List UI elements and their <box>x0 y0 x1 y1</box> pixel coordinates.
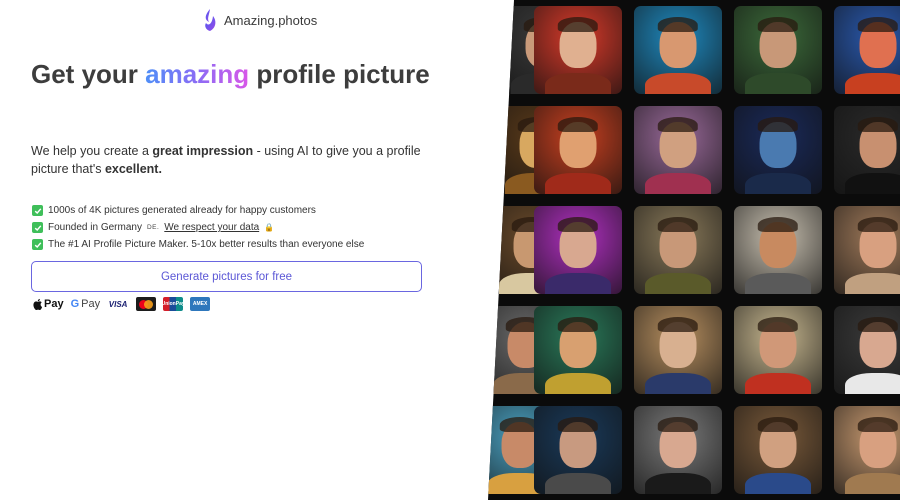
profile-picture-tile <box>534 106 622 194</box>
profile-picture-tile <box>634 6 722 94</box>
lock-icon: 🔒 <box>264 223 275 232</box>
google-pay-text: Pay <box>81 298 101 310</box>
feature-text: Founded in Germany <box>48 222 142 233</box>
generate-pictures-button[interactable]: Generate pictures for free <box>31 261 422 292</box>
profile-picture-tile <box>534 206 622 294</box>
profile-picture-tile <box>734 6 822 94</box>
profile-picture-tile <box>834 6 900 94</box>
feature-item: The #1 AI Profile Picture Maker. 5-10x b… <box>32 236 364 253</box>
profile-picture-tile <box>734 206 822 294</box>
lead-bold-2: excellent. <box>104 162 162 176</box>
visa-logo: VISA <box>108 299 128 309</box>
mastercard-icon <box>136 297 157 311</box>
profile-picture-tile <box>634 406 722 494</box>
lead-bold-1: great impression <box>152 144 254 158</box>
profile-picture-tile <box>734 306 822 394</box>
feature-text: The #1 AI Profile Picture Maker. 5-10x b… <box>48 239 365 250</box>
data-privacy-link[interactable]: We respect your data <box>164 222 259 233</box>
profile-picture-tile <box>834 406 900 494</box>
payment-methods: Pay G Pay VISA UnionPay AMEX <box>33 297 211 311</box>
checkmark-icon <box>32 205 43 216</box>
country-code: DE. <box>146 224 160 231</box>
profile-picture-tile <box>534 6 622 94</box>
apple-pay-logo: Pay <box>33 298 64 310</box>
headline-accent: amazing <box>145 59 250 89</box>
apple-pay-text: Pay <box>44 298 64 310</box>
checkmark-icon <box>32 222 43 233</box>
checkmark-icon <box>32 239 43 250</box>
profile-picture-tile <box>634 306 722 394</box>
profile-picture-tile <box>634 206 722 294</box>
amex-logo: AMEX <box>190 297 211 311</box>
headline-start: Get your <box>31 59 146 89</box>
google-g-icon: G <box>70 298 80 310</box>
profile-picture-tile <box>834 206 900 294</box>
flame-logo-icon <box>205 9 216 31</box>
profile-picture-tile <box>734 406 822 494</box>
brand-logo[interactable]: Amazing.photos <box>202 7 317 33</box>
headline-end: profile picture <box>249 59 430 89</box>
profile-picture-tile <box>534 406 622 494</box>
google-pay-logo: G Pay <box>71 298 101 310</box>
feature-item: 1000s of 4K pictures generated already f… <box>32 202 364 219</box>
lead-text-1: We help you create a <box>31 144 153 158</box>
feature-list: 1000s of 4K pictures generated already f… <box>32 202 364 253</box>
profile-picture-gallery <box>488 0 900 500</box>
page-title: Get your amazing profile picture <box>31 60 451 89</box>
profile-picture-tile <box>834 306 900 394</box>
unionpay-logo: UnionPay <box>162 297 185 311</box>
profile-picture-tile <box>834 106 900 194</box>
brand-name: Amazing.photos <box>224 12 318 28</box>
feature-item: Founded in Germany DE. We respect your d… <box>32 219 364 236</box>
feature-text: 1000s of 4K pictures generated already f… <box>48 205 316 216</box>
profile-picture-tile <box>534 306 622 394</box>
profile-picture-tile <box>734 106 822 194</box>
apple-icon <box>33 298 43 310</box>
profile-picture-tile <box>634 106 722 194</box>
lead-paragraph: We help you create a great impression - … <box>31 142 421 178</box>
